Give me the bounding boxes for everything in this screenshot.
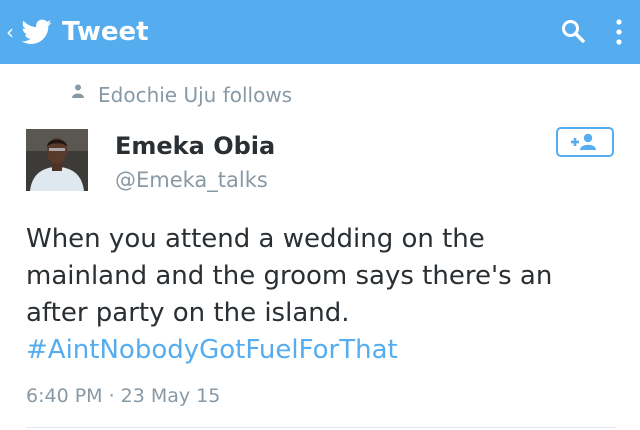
- avatar[interactable]: [26, 129, 88, 191]
- author-display-name[interactable]: Emeka Obia: [115, 131, 275, 161]
- author-handle[interactable]: @Emeka_talks: [115, 166, 268, 194]
- page-title: Tweet: [62, 17, 149, 47]
- more-vertical-icon[interactable]: [612, 18, 626, 46]
- tweet-timestamp[interactable]: 6:40 PM · 23 May 15: [26, 383, 220, 409]
- tweet-text: When you attend a wedding on the mainlan…: [26, 221, 616, 369]
- follow-button[interactable]: [556, 127, 614, 157]
- top-app-bar: ‹ Tweet: [0, 0, 640, 64]
- add-user-icon: [571, 133, 596, 150]
- social-context: Edochie Uju follows: [72, 82, 472, 108]
- tweet-body: When you attend a wedding on the mainlan…: [26, 224, 553, 328]
- back-chevron-icon[interactable]: ‹: [6, 20, 14, 44]
- search-icon[interactable]: [560, 18, 586, 44]
- person-icon: [72, 84, 84, 98]
- divider: [26, 427, 616, 428]
- hashtag-link[interactable]: #AintNobodyGotFuelForThat: [26, 335, 398, 365]
- twitter-bird-icon[interactable]: [22, 19, 52, 45]
- social-context-text: Edochie Uju follows: [98, 83, 293, 107]
- avatar-photo: [26, 129, 88, 191]
